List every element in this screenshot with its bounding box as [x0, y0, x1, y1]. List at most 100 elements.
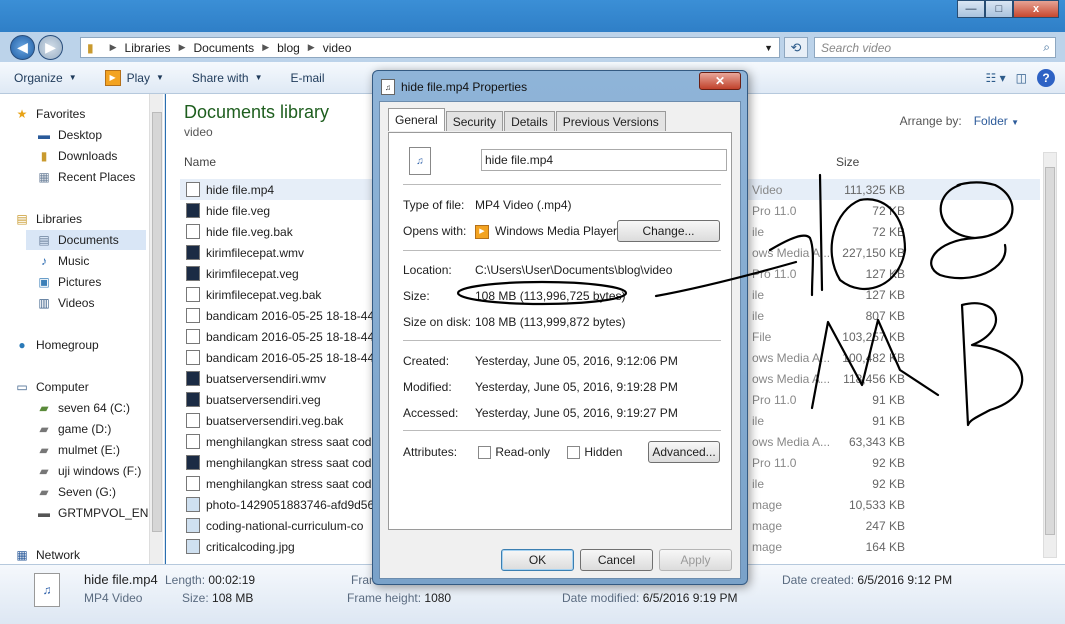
play-label: Play [126, 70, 150, 85]
help-icon[interactable]: ? [1037, 69, 1055, 87]
nav-computer-label: Computer [36, 380, 89, 394]
email-button[interactable]: E-mail [291, 71, 325, 85]
readonly-checkbox[interactable] [478, 446, 492, 460]
nav-downloads[interactable]: ▮ Downloads [36, 146, 118, 166]
search-input[interactable]: Search video ⌕ [814, 37, 1056, 58]
file-size: 111,325 KB [844, 182, 905, 197]
breadcrumb-video[interactable]: video [323, 41, 352, 55]
nav-drive[interactable]: ▰ uji windows (F:) [36, 461, 141, 481]
nav-libraries[interactable]: ▤ Libraries [14, 209, 82, 229]
arrange-dropdown[interactable]: Folder ▼ [974, 114, 1019, 128]
column-size[interactable]: Size [836, 155, 859, 169]
nav-computer[interactable]: ▭ Computer [14, 377, 89, 397]
image-file-icon [186, 497, 200, 512]
close-button[interactable]: x [1013, 0, 1059, 18]
file-size: 227,150 KB [842, 245, 905, 260]
ok-button[interactable]: OK [501, 549, 574, 571]
organize-label: Organize [14, 70, 63, 85]
forward-button[interactable]: ▶ [38, 35, 63, 60]
chevron-down-icon[interactable]: ▼ [764, 43, 773, 53]
nav-videos[interactable]: ▥ Videos [36, 293, 94, 313]
share-with-button[interactable]: Share with ▼ [192, 71, 263, 85]
file-icon [186, 329, 200, 344]
tab-general[interactable]: General [388, 108, 445, 131]
file-list-scrollbar[interactable] [1043, 152, 1057, 558]
breadcrumb-blog[interactable]: blog [277, 41, 300, 55]
nav-homegroup[interactable]: ● Homegroup [14, 335, 98, 355]
computer-icon: ▭ [16, 380, 28, 394]
chevron-down-icon: ▼ [254, 73, 263, 82]
file-icon [186, 413, 200, 428]
window-controls: — □ x [957, 0, 1059, 18]
nav-drive[interactable]: ▬ GRTMPVOL_EN ( [36, 503, 156, 523]
nav-scrollbar-thumb[interactable] [152, 112, 162, 532]
address-bar[interactable]: ▮ ▶ Libraries ▶ Documents ▶ blog ▶ video… [80, 37, 780, 58]
breadcrumb-libraries[interactable]: Libraries [125, 41, 171, 55]
nav-videos-label: Videos [58, 296, 95, 310]
dvd-drive-icon: ▬ [38, 506, 50, 520]
email-label: E-mail [290, 70, 325, 85]
size-row: Size: 108 MB (113,996,725 bytes) [403, 289, 626, 303]
libraries-icon: ▤ [16, 212, 28, 226]
homegroup-icon: ● [18, 338, 26, 352]
preview-pane-icon[interactable]: ◫ [1016, 71, 1027, 85]
frame-height-value: 1080 [424, 591, 452, 605]
share-label: Share with [191, 70, 249, 85]
file-name: buatserversendiri.veg [206, 392, 321, 407]
nav-downloads-label: Downloads [58, 149, 118, 163]
nav-documents[interactable]: ▤ Documents [26, 230, 146, 250]
file-name: bandicam 2016-05-25 18-18-44- [206, 350, 376, 365]
filename-field[interactable]: hide file.mp4 [481, 149, 727, 171]
file-name: photo-1429051883746-afd9d56f [206, 497, 376, 512]
arrange-label: Arrange by: [899, 114, 962, 128]
tab-details[interactable]: Details [504, 111, 555, 131]
advanced-button[interactable]: Advanced... [648, 441, 720, 463]
maximize-button[interactable]: □ [985, 0, 1013, 18]
nav-drive[interactable]: ▰ seven 64 (C:) [36, 398, 130, 418]
file-size: 103,257 KB [842, 329, 905, 344]
cancel-button[interactable]: Cancel [580, 549, 653, 571]
back-button[interactable]: ◀ [10, 35, 35, 60]
hidden-label: Hidden [584, 445, 623, 459]
nav-drive[interactable]: ▰ game (D:) [36, 419, 111, 439]
organize-button[interactable]: Organize ▼ [14, 71, 77, 85]
file-name: menghilangkan stress saat codi [206, 476, 375, 491]
change-button[interactable]: Change... [617, 220, 720, 242]
type-value: MP4 Video (.mp4) [475, 198, 572, 212]
file-name: hide file.veg.bak [206, 224, 293, 239]
search-icon[interactable]: ⌕ [1043, 40, 1050, 55]
view-options-icon[interactable]: ☷ ▾ [986, 71, 1006, 85]
size-on-disk-label: Size on disk: [403, 315, 472, 329]
file-name: menghilangkan stress saat codi [206, 434, 375, 449]
hidden-checkbox[interactable] [567, 446, 581, 460]
nav-network[interactable]: ▦ Network [14, 545, 80, 565]
minimize-button[interactable]: — [957, 0, 985, 18]
file-list-scrollbar-thumb[interactable] [1045, 167, 1055, 535]
file-size: 164 KB [865, 539, 905, 554]
navigation-pane: ★ Favorites ▬ Desktop ▮ Downloads ▦ Recent P… [0, 94, 165, 564]
nav-recent-places[interactable]: ▦ Recent Places [36, 167, 135, 187]
separator [403, 430, 721, 431]
modified-value: 6/5/2016 9:19 PM [642, 591, 738, 605]
nav-music[interactable]: ♪ Music [36, 251, 89, 271]
nav-drive[interactable]: ▰ mulmet (E:) [36, 440, 120, 460]
library-subtitle: video [184, 125, 213, 139]
apply-button[interactable]: Apply [659, 549, 732, 571]
size-value: 108 MB [212, 591, 254, 605]
play-button[interactable]: ▶ Play ▼ [104, 69, 164, 86]
accessed-value: Yesterday, June 05, 2016, 9:19:27 PM [475, 406, 678, 420]
file-name: menghilangkan stress saat codi [206, 455, 375, 470]
tab-security[interactable]: Security [445, 111, 504, 131]
size-on-disk-row: Size on disk: 108 MB (113,999,872 bytes) [403, 315, 626, 329]
tab-previous-versions[interactable]: Previous Versions [555, 111, 666, 131]
nav-desktop[interactable]: ▬ Desktop [36, 125, 102, 145]
column-name[interactable]: Name [184, 155, 216, 169]
nav-favorites[interactable]: ★ Favorites [14, 104, 86, 124]
modified-row: Modified: Yesterday, June 05, 2016, 9:19:… [403, 380, 678, 394]
refresh-button[interactable]: ⟲ [784, 37, 808, 58]
nav-drive[interactable]: ▰ Seven (G:) [36, 482, 116, 502]
nav-scrollbar[interactable] [149, 94, 163, 564]
breadcrumb-documents[interactable]: Documents [193, 41, 254, 55]
dialog-close-button[interactable]: ✕ [699, 72, 741, 90]
nav-pictures[interactable]: ▣ Pictures [36, 272, 101, 292]
